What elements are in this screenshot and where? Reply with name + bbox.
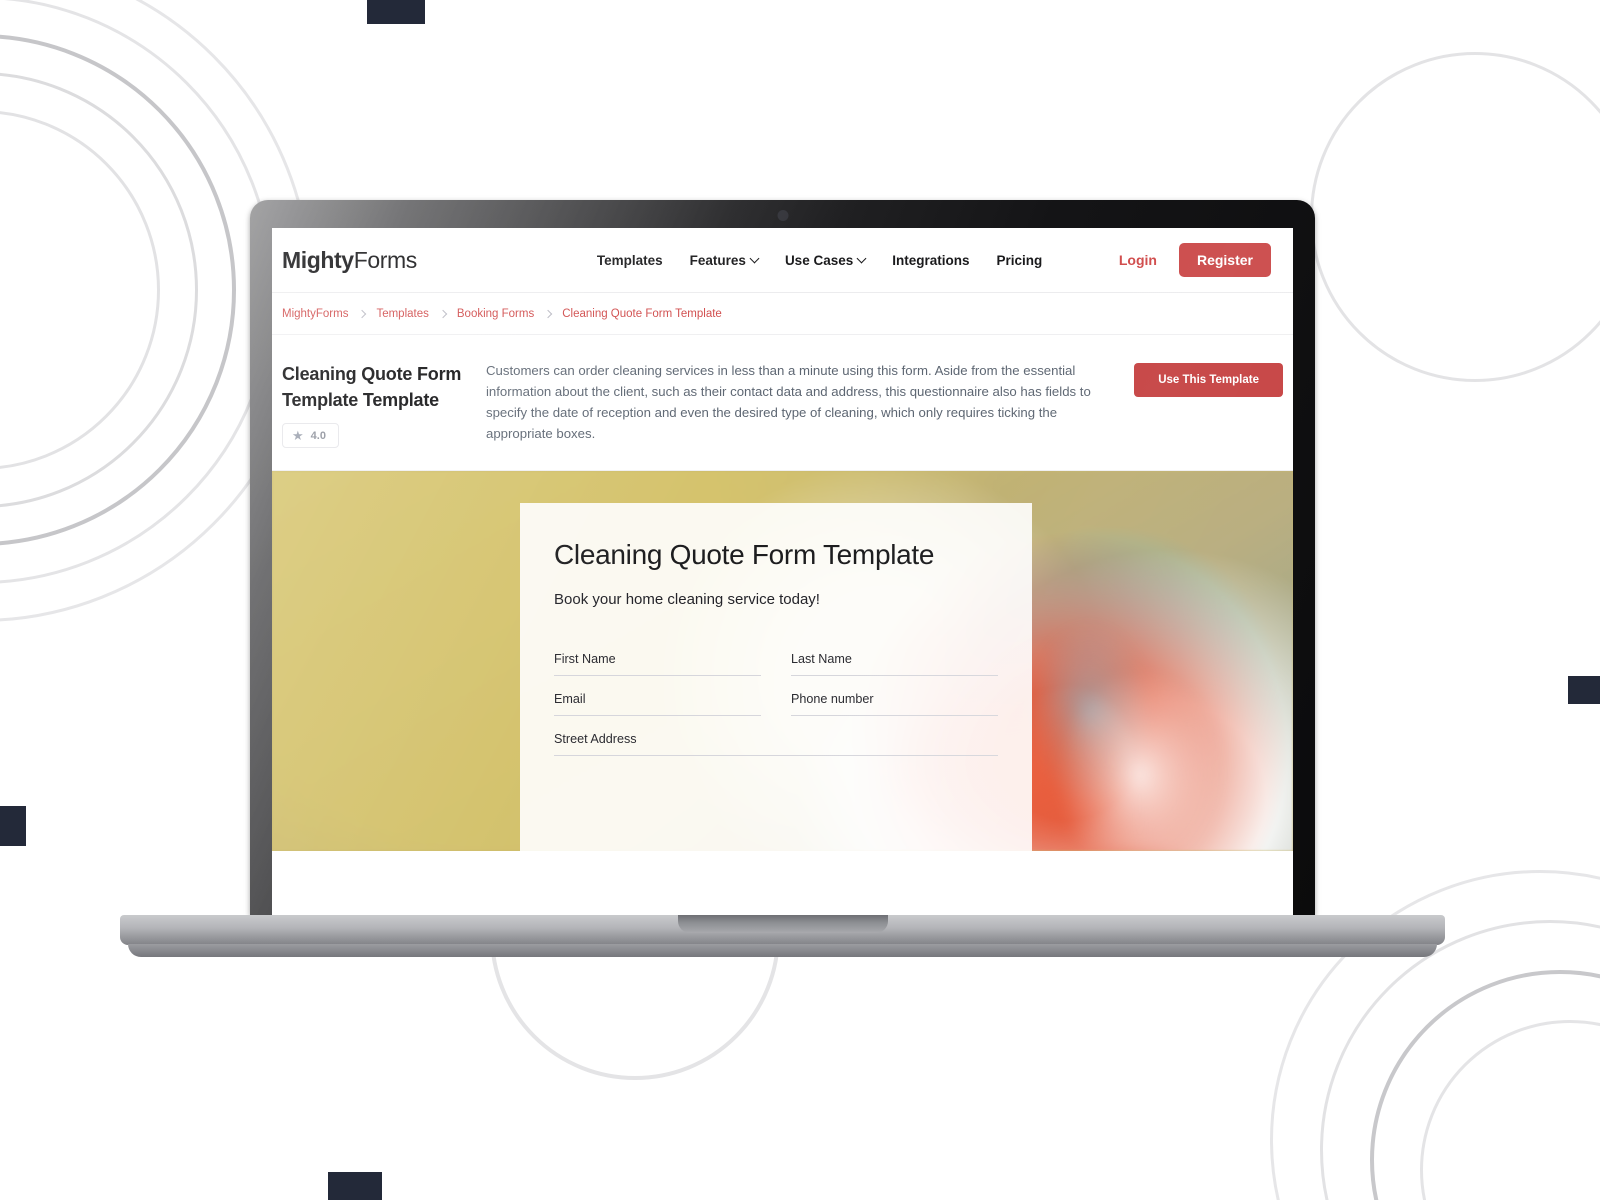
base-notch [677, 915, 888, 933]
nav-item-features[interactable]: Features [689, 252, 760, 268]
field-email[interactable]: Email [554, 676, 761, 717]
nav-label: Features [689, 252, 746, 268]
chevron-down-icon [856, 253, 867, 263]
template-info-section: Cleaning Quote Form Template Template ★ … [272, 335, 1293, 472]
mightyforms-logo[interactable]: MightyForms [282, 247, 417, 274]
breadcrumb-item-templates[interactable]: Templates [376, 308, 428, 320]
chevron-right-icon [438, 309, 448, 318]
decorative-ring [1420, 1020, 1600, 1200]
field-first-name[interactable]: First Name [554, 636, 761, 677]
laptop-lid: MightyForms Templates Features Use Cases [250, 200, 1315, 915]
nav-item-templates[interactable]: Templates [597, 253, 663, 268]
camera-dot-icon [777, 210, 788, 221]
breadcrumb-item-current[interactable]: Cleaning Quote Form Template [562, 308, 722, 320]
nav-label: Pricing [996, 252, 1043, 268]
laptop-base [120, 915, 1445, 959]
header-actions: Login Register [1119, 243, 1271, 277]
nav-label: Templates [596, 252, 663, 268]
form-preview-card: Cleaning Quote Form Template Book your h… [520, 503, 1032, 852]
use-this-template-button[interactable]: Use This Template [1134, 363, 1283, 397]
browser-screen: MightyForms Templates Features Use Cases [272, 228, 1293, 915]
site-header: MightyForms Templates Features Use Cases [272, 228, 1293, 293]
decorative-square [0, 806, 26, 846]
nav-label: Integrations [892, 252, 970, 268]
field-phone-number[interactable]: Phone number [791, 676, 998, 717]
laptop-mockup: MightyForms Templates Features Use Cases [120, 200, 1445, 959]
nav-label: Use Cases [784, 252, 854, 268]
form-fields-grid: First Name Last Name Email Phone number … [554, 636, 998, 757]
breadcrumb: MightyForms Templates Booking Forms Clea… [272, 293, 1293, 335]
nav-item-integrations[interactable]: Integrations [892, 253, 969, 268]
rating-badge: ★ 4.0 [282, 423, 339, 449]
main-navigation: Templates Features Use Cases Integration… [597, 253, 1042, 268]
template-title-column: Cleaning Quote Form Template Template ★ … [282, 361, 462, 449]
chevron-right-icon [543, 309, 553, 318]
field-label: Phone number [791, 692, 874, 707]
register-button[interactable]: Register [1178, 243, 1271, 277]
decorative-square [367, 0, 425, 24]
field-label: First Name [554, 652, 616, 667]
field-label: Email [554, 692, 586, 707]
field-last-name[interactable]: Last Name [791, 636, 998, 677]
form-title: Cleaning Quote Form Template [554, 539, 935, 571]
nav-item-use-cases[interactable]: Use Cases [784, 252, 867, 268]
decorative-ring [1370, 970, 1600, 1200]
breadcrumb-item-booking-forms[interactable]: Booking Forms [457, 308, 534, 320]
form-preview-section: Cleaning Quote Form Template Book your h… [272, 471, 1293, 852]
star-icon: ★ [292, 428, 304, 444]
field-label: Street Address [554, 732, 637, 747]
base-lip [128, 944, 1437, 957]
field-label: Last Name [791, 652, 852, 667]
template-description: Customers can order cleaning services in… [486, 363, 1091, 441]
field-underline [554, 755, 998, 757]
logo-bold-part: Mighty [282, 246, 354, 273]
chevron-right-icon [358, 309, 367, 318]
login-link[interactable]: Login [1119, 252, 1157, 268]
field-street-address[interactable]: Street Address [554, 716, 998, 757]
nav-item-pricing[interactable]: Pricing [997, 253, 1043, 268]
decorative-ring [1320, 920, 1600, 1200]
decorative-square [1568, 676, 1600, 704]
form-subtitle: Book your home cleaning service today! [554, 591, 820, 609]
breadcrumb-item-mightyforms[interactable]: MightyForms [282, 308, 348, 320]
rating-value: 4.0 [310, 429, 326, 442]
page-title: Cleaning Quote Form Template Template [282, 364, 462, 411]
chevron-down-icon [749, 253, 760, 263]
logo-light-part: Forms [353, 246, 418, 273]
decorative-square [328, 1172, 382, 1200]
